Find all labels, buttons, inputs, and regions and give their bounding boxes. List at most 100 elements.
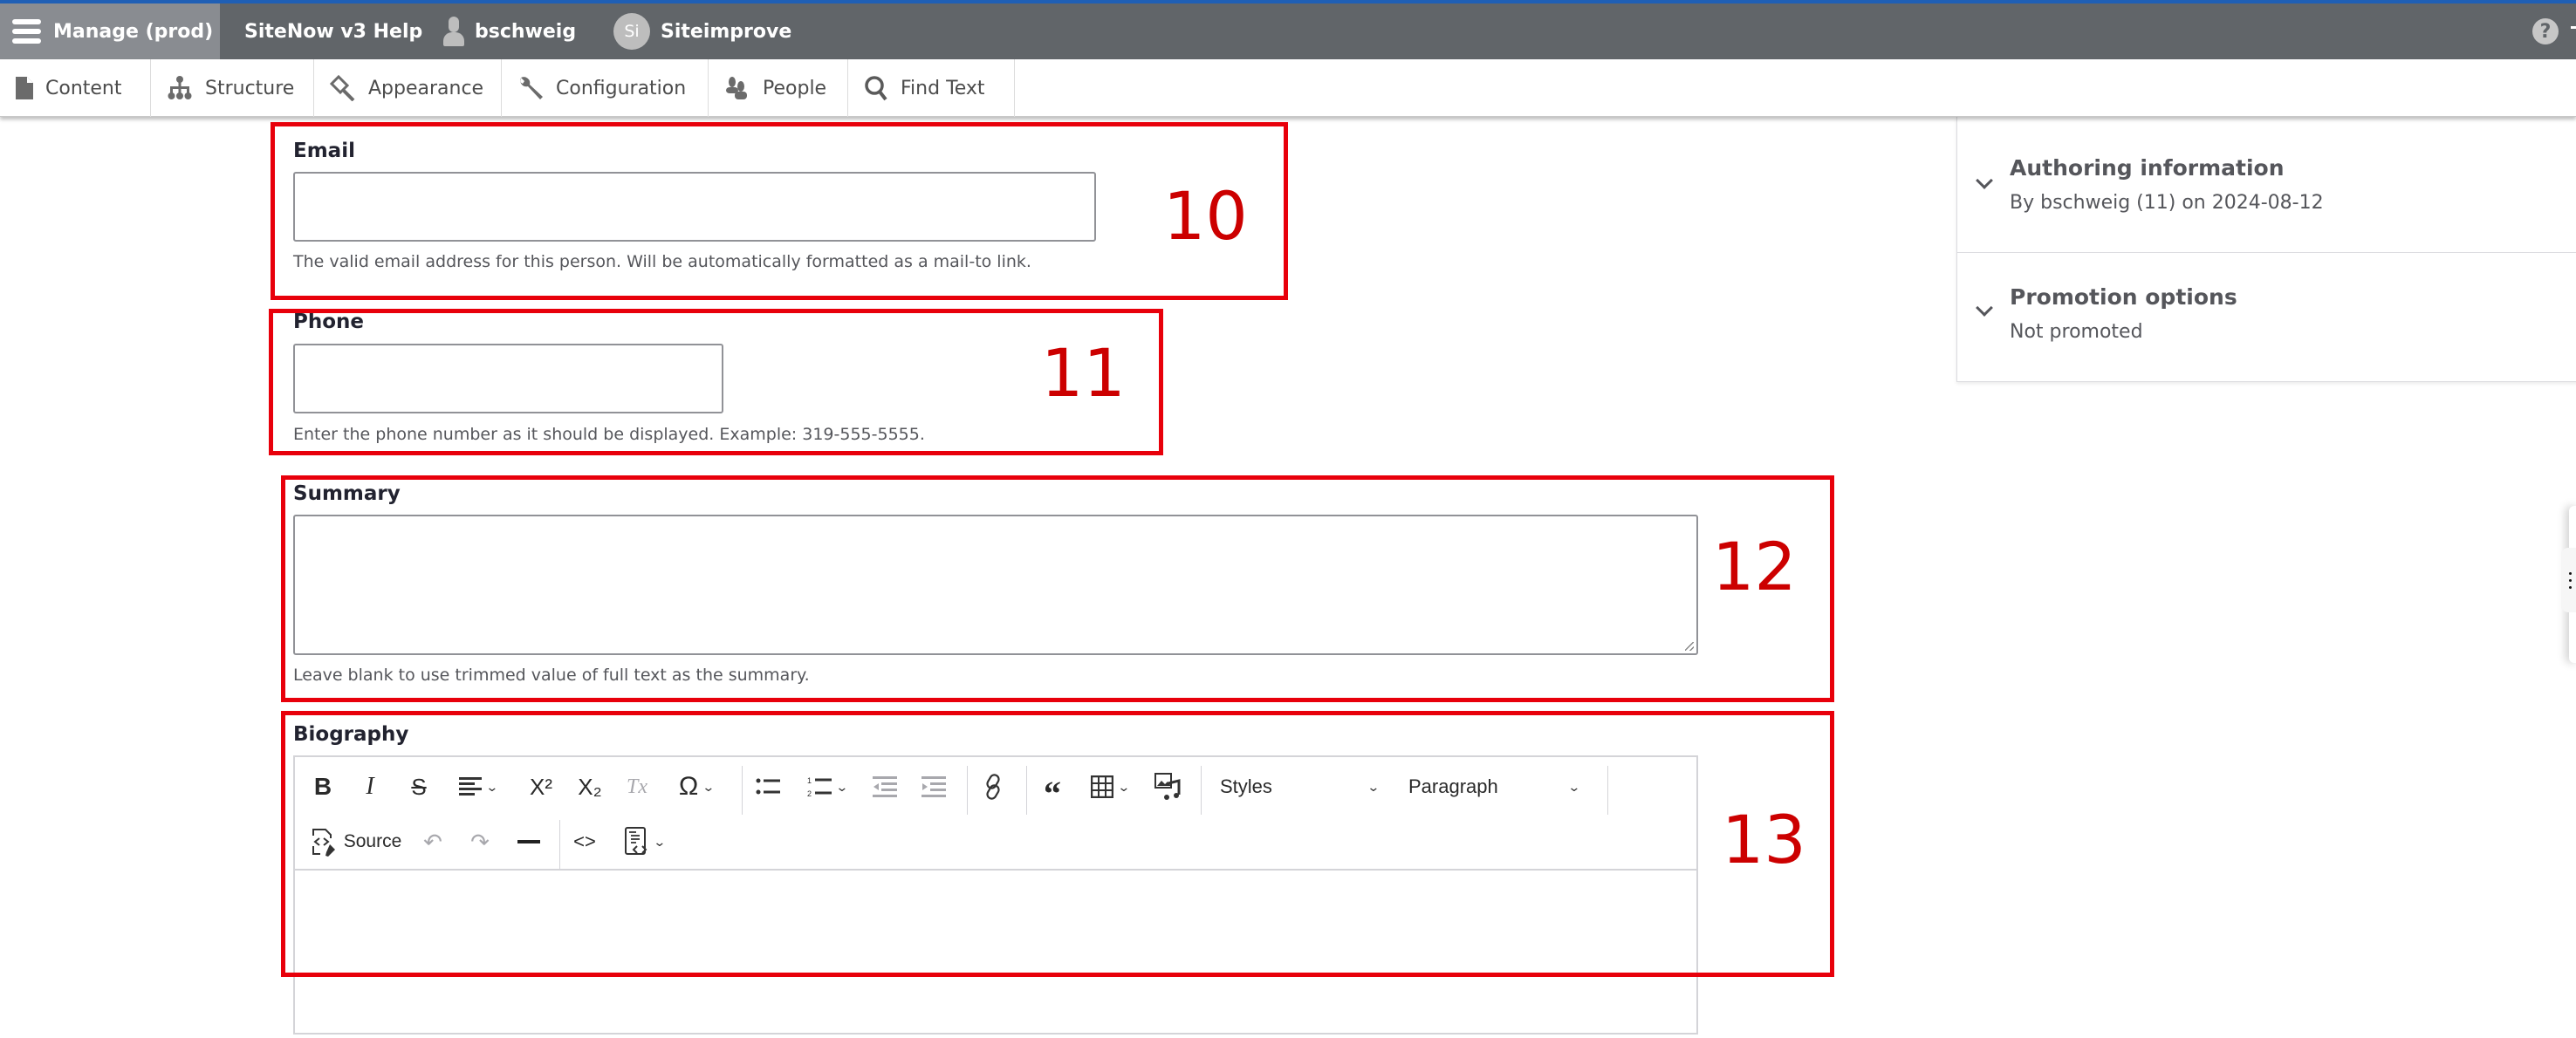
siteimprove-tab[interactable]: Si Siteimprove — [613, 3, 791, 59]
svg-text:1: 1 — [807, 776, 812, 785]
tray-item-content[interactable]: Content — [0, 59, 151, 117]
bold-icon: B — [313, 773, 332, 800]
admin-toolbar: Manage (prod) SiteNow v3 Help bschweig S… — [0, 0, 2576, 59]
paintbrush-icon — [330, 75, 355, 101]
link-button[interactable] — [976, 768, 1011, 806]
panel-resize-handle[interactable] — [2561, 548, 2576, 612]
tray-item-configuration[interactable]: Configuration — [502, 59, 709, 117]
svg-text:2: 2 — [807, 789, 812, 798]
siteimprove-label: Siteimprove — [661, 20, 792, 43]
bold-button[interactable]: B — [305, 768, 340, 806]
user-menu-label: bschweig — [475, 20, 577, 43]
tray-item-label: Structure — [205, 77, 295, 99]
heading-dropdown[interactable]: Paragraph ⌄ — [1398, 768, 1590, 806]
strikethrough-icon: S — [411, 773, 427, 800]
toolbar-separator — [1607, 766, 1608, 815]
styles-dropdown[interactable]: Styles ⌄ — [1209, 768, 1389, 806]
indent-button[interactable] — [916, 768, 951, 806]
styles-dropdown-label: Styles — [1220, 775, 1272, 797]
table-icon — [1091, 775, 1114, 798]
chevron-down-icon: ⌄ — [1367, 779, 1380, 794]
bulleted-list-icon — [756, 778, 780, 795]
superscript-button[interactable]: X² — [522, 768, 560, 806]
section-title: Promotion options — [2010, 284, 2237, 310]
admin-tray: Content Structure Appearance Configurati… — [0, 59, 2576, 117]
search-icon — [865, 76, 887, 101]
email-label: Email — [293, 140, 355, 162]
indent-icon — [921, 776, 946, 797]
help-link-label: SiteNow v3 Help — [244, 20, 423, 43]
chevron-down-icon: ⌄ — [1567, 779, 1581, 794]
chevron-down-icon: ⌄ — [835, 779, 849, 794]
phone-description: Enter the phone number as it should be d… — [293, 425, 925, 444]
chevron-down-icon: ⌄ — [1117, 779, 1131, 794]
phone-label: Phone — [293, 311, 365, 333]
tray-item-people[interactable]: People — [709, 59, 848, 117]
tray-item-label: Appearance — [368, 77, 484, 99]
summary-textarea[interactable] — [293, 515, 1698, 655]
undo-icon: ↶ — [423, 828, 442, 855]
bulleted-list-button[interactable] — [750, 768, 785, 806]
summary-label: Summary — [293, 482, 401, 505]
tray-item-label: Configuration — [556, 77, 687, 99]
numbered-list-dropdown[interactable]: 12 ⌄ — [799, 768, 855, 806]
align-left-icon — [459, 777, 483, 796]
toolbar-orientation-toggle[interactable] — [2571, 26, 2576, 29]
special-characters-dropdown[interactable]: Ω ⌄ — [668, 768, 724, 806]
email-field[interactable] — [293, 172, 1096, 242]
horizontal-line-button[interactable] — [511, 823, 546, 861]
tray-item-appearance[interactable]: Appearance — [314, 59, 502, 117]
media-button[interactable] — [1150, 768, 1185, 806]
code-button[interactable]: <> — [567, 823, 602, 861]
numbered-list-icon: 12 — [807, 776, 832, 798]
undo-button[interactable]: ↶ — [415, 823, 450, 861]
annotation-label-11: 11 — [1041, 334, 1126, 412]
manage-tab[interactable]: Manage (prod) — [0, 3, 220, 59]
file-icon — [16, 77, 33, 99]
subscript-icon: X₂ — [578, 773, 602, 800]
promotion-options-section[interactable]: Promotion options Not promoted — [1957, 253, 2576, 382]
chevron-down-icon: ⌄ — [702, 779, 716, 794]
help-link[interactable]: SiteNow v3 Help — [244, 3, 422, 59]
toolbar-separator — [1201, 766, 1202, 815]
resize-handle[interactable] — [1685, 642, 1694, 651]
section-summary: By bschweig (11) on 2024-08-12 — [2010, 192, 2324, 214]
remove-format-button[interactable]: Tx — [620, 768, 654, 806]
source-button[interactable]: Source — [307, 823, 405, 861]
outdent-button[interactable] — [867, 768, 902, 806]
chevron-down-icon — [1976, 299, 1993, 317]
omega-icon: Ω — [678, 772, 699, 801]
code-block-dropdown[interactable]: ⌄ — [614, 823, 675, 861]
strikethrough-button[interactable]: S — [401, 768, 436, 806]
chevron-down-icon: ⌄ — [653, 834, 667, 849]
user-menu[interactable]: bschweig — [443, 3, 576, 59]
toolbar-separator — [967, 766, 968, 815]
heading-dropdown-label: Paragraph — [1408, 775, 1498, 797]
tray-item-structure[interactable]: Structure — [151, 59, 314, 117]
toolbar-separator — [742, 766, 743, 815]
phone-field[interactable] — [293, 344, 723, 413]
meta-sidebar: Authoring information By bschweig (11) o… — [1956, 117, 2576, 382]
italic-button[interactable]: I — [353, 768, 387, 806]
table-dropdown[interactable]: ⌄ — [1082, 768, 1138, 806]
authoring-information-section[interactable]: Authoring information By bschweig (11) o… — [1957, 117, 2576, 253]
superscript-icon: X² — [530, 773, 552, 800]
redo-icon: ↷ — [470, 828, 490, 855]
quote-icon: “ — [1044, 774, 1061, 813]
annotation-label-10: 10 — [1163, 177, 1248, 255]
section-summary: Not promoted — [2010, 321, 2143, 343]
link-icon — [986, 774, 1000, 800]
tray-item-label: People — [763, 77, 827, 99]
subscript-button[interactable]: X₂ — [571, 768, 609, 806]
alignment-dropdown[interactable]: ⌄ — [450, 768, 506, 806]
help-icon[interactable]: ? — [2532, 18, 2559, 44]
biography-content-area[interactable] — [295, 872, 1696, 1038]
tray-item-find-text[interactable]: Find Text — [848, 59, 1015, 117]
annotation-label-13: 13 — [1722, 801, 1806, 878]
blockquote-button[interactable]: “ — [1035, 768, 1070, 813]
source-button-label: Source — [343, 831, 402, 851]
source-icon — [312, 829, 335, 857]
redo-button[interactable]: ↷ — [462, 823, 497, 861]
wrench-icon — [520, 77, 543, 99]
tray-item-label: Find Text — [901, 77, 985, 99]
